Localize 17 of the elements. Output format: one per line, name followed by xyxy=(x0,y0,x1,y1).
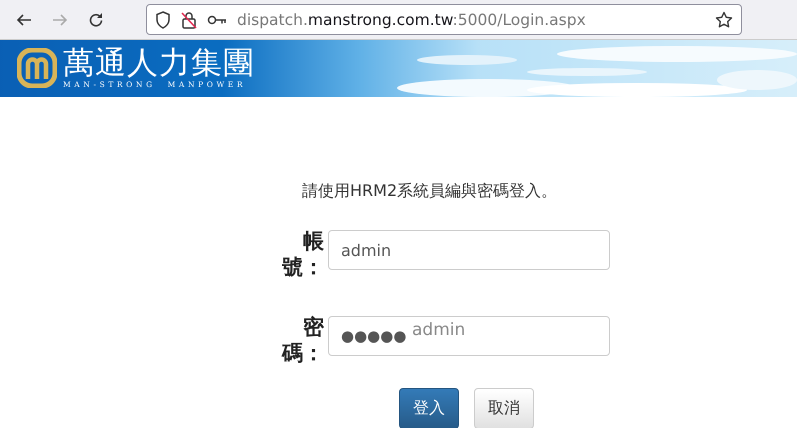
login-instruction: 請使用HRM2系統員編與密碼登入。 xyxy=(302,181,558,202)
username-field[interactable]: admin xyxy=(328,230,610,270)
url-text: dispatch.manstrong.com.tw:5000/Login.aspx xyxy=(237,10,587,28)
logo-icon xyxy=(17,48,57,88)
cancel-button[interactable]: 取消 xyxy=(474,388,534,428)
key-icon[interactable] xyxy=(207,14,227,26)
reload-icon[interactable] xyxy=(87,10,105,28)
password-field[interactable]: ●●●●● admin xyxy=(328,316,610,356)
field-label: 帳號： xyxy=(281,228,324,280)
login-button[interactable]: 登入 xyxy=(399,388,459,428)
logo-text: 萬通人力集團 xyxy=(63,46,255,80)
shield-icon[interactable] xyxy=(155,10,171,28)
field-label: 密碼： xyxy=(280,314,324,366)
insecure-lock-icon[interactable] xyxy=(181,10,197,28)
bookmark-star-icon[interactable] xyxy=(715,10,733,28)
autofill-hint: admin xyxy=(412,320,466,340)
address-bar[interactable]: dispatch.manstrong.com.tw:5000/Login.aspx xyxy=(146,4,742,35)
